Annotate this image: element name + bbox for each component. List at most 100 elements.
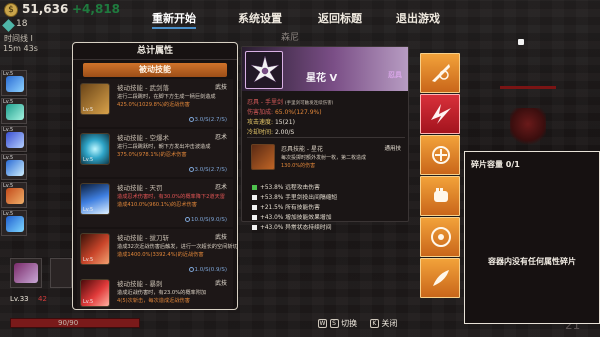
skill-name: 被动技能 - 武剑落 — [117, 84, 169, 92]
passive-skill-card[interactable]: Lv.5 被动技能 - 武剑落 武技 进行二段跳时，在脚下方生成一柄巨剑造成 4… — [77, 79, 233, 127]
player-level: Lv.33 — [10, 295, 29, 303]
bonus-line: +53.8% 手里剑投出间隔缩短 — [252, 192, 337, 201]
gold-gain: +4,818 — [72, 2, 121, 16]
game-screen: { "hud": { "gold": "51,636", "gold_gain"… — [0, 0, 600, 337]
bonus-marker-icon — [252, 225, 257, 230]
skill-slot-3[interactable] — [420, 135, 460, 175]
skill-cooldown: 3.0/S(2.7/S) — [188, 117, 227, 123]
passive-skill-card[interactable]: Lv.5 被动技能 - 空爆术 忍术 进行二段跳跃时，朝下方发出冲击波造成 37… — [77, 129, 233, 177]
skill-damage: 4(5)次斩击，每次造成近战伤害 — [117, 298, 190, 304]
item-skill-damage: 130.0%的伤害 — [281, 163, 316, 169]
equipment-slot-4[interactable]: Lv.5 — [1, 154, 27, 180]
restart-button[interactable]: 重新开始 — [152, 10, 196, 29]
health-text: 90/90 — [58, 319, 79, 327]
equipment-slot-2[interactable]: Lv.5 — [1, 98, 27, 124]
item-name: 星花 V — [306, 73, 338, 84]
equipment-slot-5[interactable]: Lv.5 — [1, 182, 27, 208]
rune-circle-icon — [431, 227, 451, 247]
skill-name: 被动技能 - 拔刀斩 — [117, 234, 169, 242]
equipment-slot-1[interactable]: Lv.5 — [1, 70, 27, 96]
w-key-icon: W — [318, 319, 327, 328]
fragment-capacity: 碎片容量 0/1 — [471, 160, 520, 169]
coin-icon: $ — [4, 3, 18, 17]
skill-cooldown: 10.0/S(9.0/S) — [185, 217, 227, 223]
skill-desc: 造成32次近战伤害后触发，进行一次超长的空间斩切 — [117, 244, 238, 250]
lightning-icon: Lv.5 — [80, 183, 110, 215]
gold-amount: 51,636 — [22, 2, 69, 16]
blade-wind-icon — [432, 64, 450, 82]
torch-light — [518, 39, 524, 45]
draw-slash-icon: Lv.5 — [80, 233, 110, 265]
skill-desc: 进行二段跳跃时，朝下方发出冲击波造成 — [117, 144, 211, 150]
skill-name: 被动技能 - 暴刺 — [117, 280, 163, 288]
sword-drop-icon: Lv.5 — [80, 83, 110, 115]
passive-skill-card[interactable]: Lv.5 被动技能 - 拔刀斩 武技 造成32次近战伤害后触发，进行一次超长的空… — [77, 229, 237, 277]
bonus-marker-icon — [252, 205, 257, 210]
skill-slot-2[interactable] — [420, 94, 460, 134]
skill-tag: 忍术 — [214, 184, 227, 191]
skill-slot-5[interactable] — [420, 217, 460, 257]
slash-burst-icon — [431, 104, 451, 124]
item-category: 忍具 — [388, 71, 402, 79]
k-key-icon: K — [369, 319, 379, 328]
item-header: 星花 V 忍具 — [242, 47, 408, 91]
stat-cooldown: 冷却时间: 2.00/S — [247, 129, 295, 136]
clock-icon — [185, 217, 191, 222]
passive-skill-card[interactable]: Lv.5 被动技能 - 天罚 忍术 造成忍术伤害时，有30.0%的概率降下2道天… — [77, 179, 233, 227]
item-skill-icon — [251, 144, 275, 170]
skill-damage: 425.0%(1029.8%)的近战伤害 — [117, 102, 190, 108]
secondary-portrait — [50, 258, 72, 288]
clock-icon — [188, 267, 194, 272]
enemy-sprite — [510, 108, 546, 148]
total-attributes-panel: 总计属性 被动技能 Lv.5 被动技能 - 武剑落 武技 进行二段跳时，在脚下方… — [72, 42, 238, 310]
stat-damage-bonus: 伤害加成: 65.0%(127.9%) — [247, 109, 322, 116]
skill-damage: 造成1400.0%(3392.4%)的近战伤害 — [117, 252, 204, 258]
item-type: 忍具 - 手里剑 (手里剑可触发连续伤害) — [247, 99, 334, 106]
skill-tag: 武技 — [214, 280, 227, 287]
skill-name: 被动技能 - 空爆术 — [117, 134, 169, 142]
air-blast-icon: Lv.5 — [80, 133, 110, 165]
feather-icon — [433, 270, 449, 286]
switch-label[interactable]: 切换 — [341, 319, 357, 328]
skill-slot-4[interactable] — [420, 176, 460, 216]
timeline-label: 时间线 I — [4, 34, 33, 43]
fist-icon — [434, 188, 448, 202]
elapsed-time: 15m 43s — [3, 44, 38, 53]
equipment-slot-6[interactable]: Lv.5 — [1, 210, 27, 236]
clock-icon — [188, 167, 194, 172]
settings-button[interactable]: 系统设置 — [238, 10, 282, 26]
character-portrait — [10, 258, 42, 288]
enemy-health-bar — [500, 86, 556, 89]
item-skill-name: 忍具技能 - 星花 — [281, 146, 323, 153]
skill-damage: 造成410.0%(960.1%)的忍术伤害 — [117, 202, 197, 208]
back-to-title-button[interactable]: 返回标题 — [318, 10, 362, 26]
skill-name: 被动技能 - 天罚 — [117, 184, 163, 192]
control-hints: W S 切换 K 关闭 — [318, 318, 397, 329]
bonus-line: +43.0% 增加技能效果增加 — [252, 212, 332, 221]
menu-subtitle: 森尼 — [281, 33, 300, 43]
bonus-marker-icon — [252, 195, 257, 200]
gem-count: 18 — [16, 19, 28, 29]
s-key-icon: S — [329, 319, 339, 328]
fragment-container-panel: 碎片容量 0/1 容器内没有任何属性碎片 — [464, 151, 600, 324]
quit-game-button[interactable]: 退出游戏 — [396, 10, 440, 26]
clock-icon — [188, 117, 194, 122]
skill-tag: 忍术 — [214, 134, 227, 141]
equipment-slot-3[interactable]: Lv.5 — [1, 126, 27, 152]
skill-cooldown: 1.0/S(0.9/S) — [188, 267, 227, 273]
skill-slot-1[interactable] — [420, 53, 460, 93]
skill-slot-6[interactable] — [420, 258, 460, 298]
close-label[interactable]: 关闭 — [381, 319, 397, 328]
passive-skill-card[interactable]: Lv.5 被动技能 - 暴刺 武技 造成近战伤害时，有23.0%的概率附加 4(… — [77, 275, 233, 309]
star-flower-shuriken-icon — [245, 51, 283, 89]
skill-desc: 进行二段跳时，在脚下方生成一柄巨剑造成 — [117, 94, 216, 100]
player-level-extra: 42 — [38, 295, 47, 303]
item-skill-tag: 通用技 — [384, 146, 401, 152]
scroll-shield-icon — [432, 146, 450, 164]
stat-attack-speed: 攻击速度: 15(21) — [247, 119, 295, 126]
empty-container-message: 容器内没有任何属性碎片 — [488, 257, 576, 266]
bonus-line: +53.8% 远程攻击伤害 — [252, 182, 320, 191]
item-skill-desc: 每次投掷时额外发射一枚，第二枚造成 — [281, 155, 367, 161]
passive-skills-tab[interactable]: 被动技能 — [83, 63, 227, 77]
bonus-marker-icon — [252, 215, 257, 220]
